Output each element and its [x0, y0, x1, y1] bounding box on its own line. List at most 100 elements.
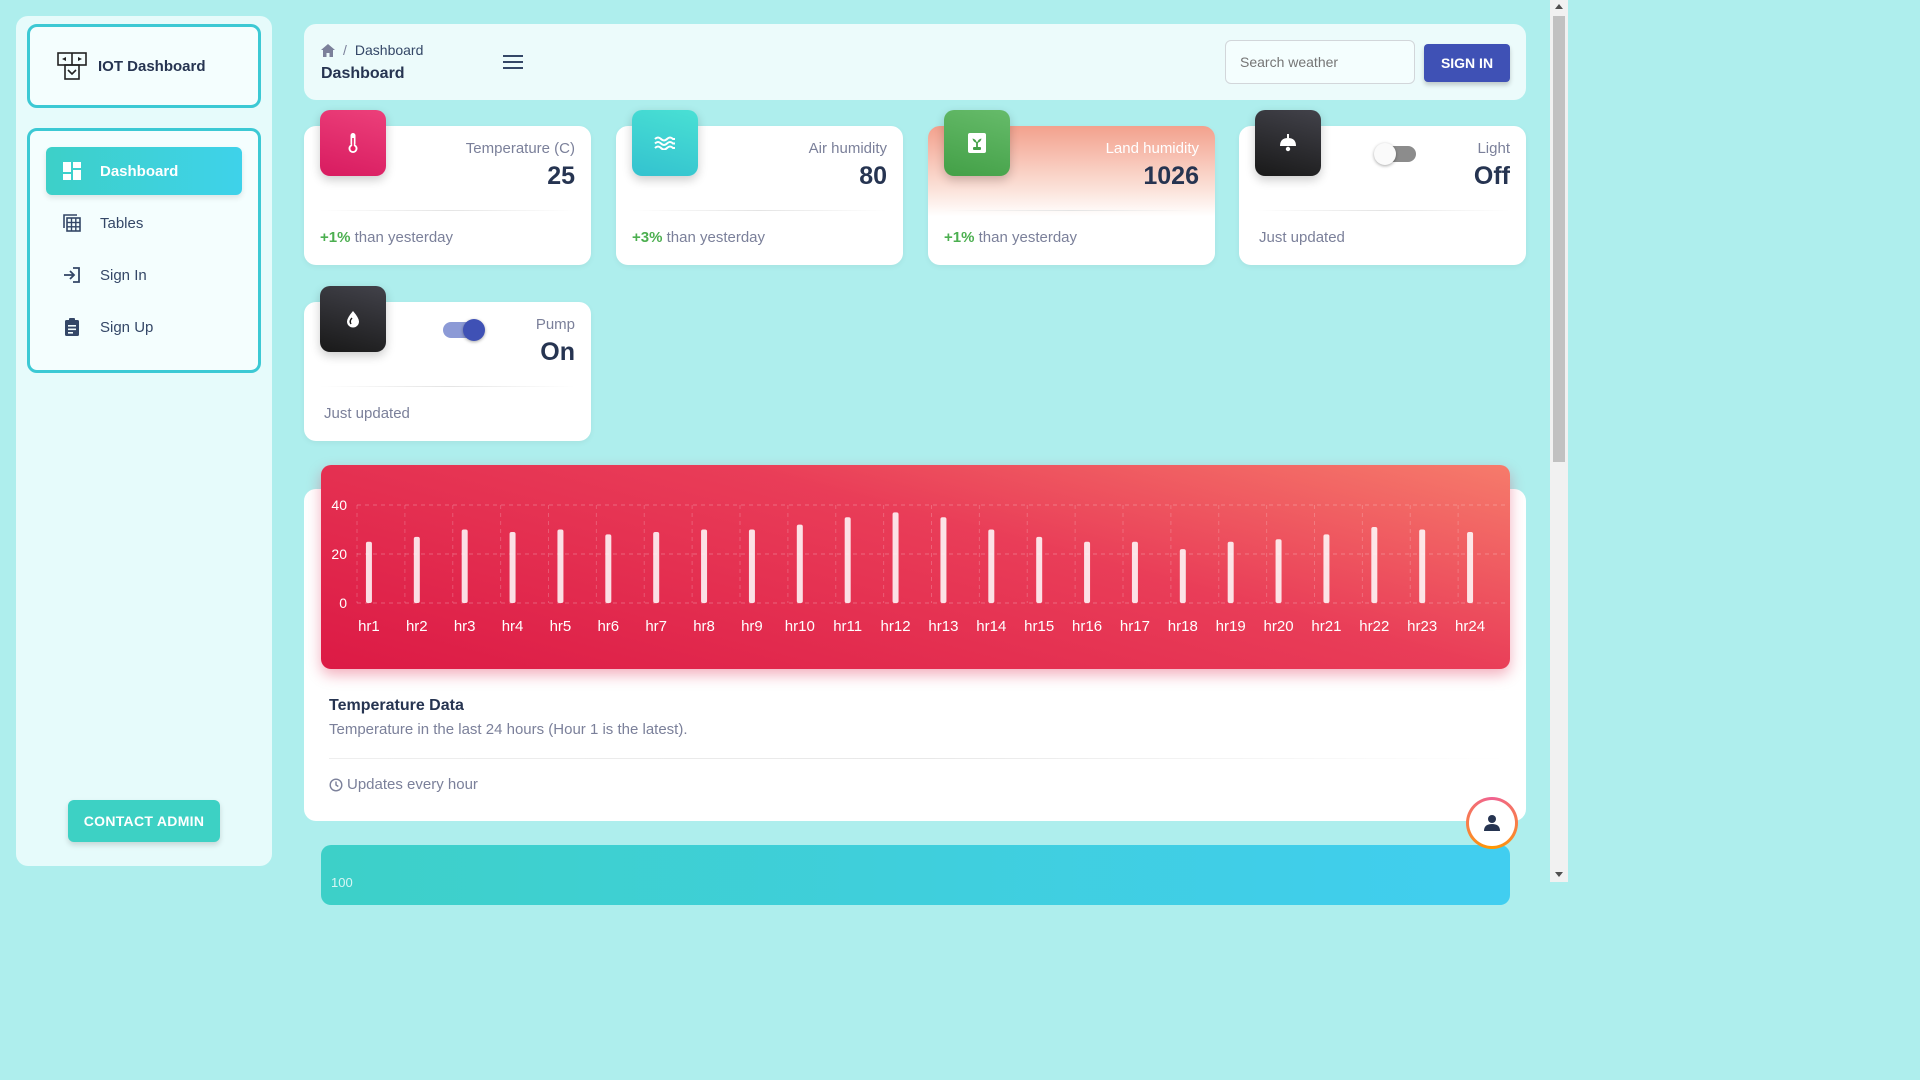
chart-bar[interactable] — [413, 536, 420, 603]
plant-pot-icon — [944, 110, 1010, 176]
hamburger-menu-icon[interactable] — [503, 54, 523, 70]
x-tick-label: hr8 — [693, 618, 715, 635]
top-navbar: / Dashboard Dashboard SIGN IN — [304, 24, 1526, 100]
chart-bar[interactable] — [557, 529, 564, 604]
sidebar-item-label: Sign Up — [100, 318, 154, 336]
divider — [944, 210, 1199, 211]
chart-bar[interactable] — [461, 529, 468, 604]
x-tick-label: hr22 — [1359, 618, 1389, 635]
card-footer: +1% than yesterday — [944, 229, 1077, 246]
x-tick-label: hr13 — [928, 618, 958, 635]
breadcrumb-separator: / — [343, 42, 347, 58]
scrollbar-thumb[interactable] — [1553, 16, 1565, 462]
x-tick-label: hr20 — [1264, 618, 1294, 635]
user-icon — [1484, 815, 1500, 831]
card-footer: +1% than yesterday — [320, 229, 453, 246]
divider — [320, 210, 575, 211]
search-input[interactable] — [1225, 40, 1415, 84]
chart-footer-text: Updates every hour — [347, 776, 478, 793]
pump-toggle[interactable] — [443, 319, 485, 341]
chart-bar[interactable] — [1467, 531, 1474, 603]
chart-bar[interactable] — [1275, 539, 1282, 603]
y-tick-label: 0 — [339, 595, 347, 611]
page-title: Dashboard — [321, 65, 405, 82]
chart-bar[interactable] — [653, 531, 660, 603]
light-toggle[interactable] — [1374, 143, 1416, 165]
scroll-up-arrow-icon[interactable] — [1555, 4, 1563, 9]
sidebar: IOT Dashboard Dashboard Tables Sign In S… — [16, 16, 272, 866]
breadcrumb: / Dashboard — [321, 42, 423, 58]
y-tick-label: 100 — [331, 875, 353, 890]
chart-bar[interactable] — [1084, 541, 1091, 603]
x-tick-label: hr10 — [785, 618, 815, 635]
card-label: Pump — [535, 316, 575, 333]
sidebar-item-label: Dashboard — [100, 162, 179, 180]
water-drop-icon — [320, 286, 386, 352]
sign-in-button[interactable]: SIGN IN — [1424, 44, 1510, 82]
chart-bar[interactable] — [988, 529, 995, 604]
chart-bar[interactable] — [892, 512, 899, 603]
chart-bar[interactable] — [1371, 527, 1378, 603]
footer-text: than yesterday — [350, 229, 454, 246]
sidebar-item-sign-in[interactable]: Sign In — [46, 251, 242, 299]
chart-bar[interactable] — [509, 531, 516, 603]
fab-inner — [1469, 800, 1515, 846]
chart-bar[interactable] — [1323, 534, 1330, 603]
card-value: 80 — [859, 162, 887, 190]
divider — [632, 210, 887, 211]
delta: +3% — [632, 229, 663, 246]
x-tick-label: hr9 — [741, 618, 763, 635]
home-icon[interactable] — [321, 43, 335, 57]
land-humidity-card: Land humidity 1026 +1% than yesterday — [928, 110, 1215, 265]
page-scrollbar[interactable] — [1550, 0, 1568, 882]
divider — [1255, 210, 1510, 211]
contact-admin-button[interactable]: CONTACT ADMIN — [68, 800, 220, 842]
sidebar-item-sign-up[interactable]: Sign Up — [46, 303, 242, 351]
footer-text: than yesterday — [974, 229, 1078, 246]
chart-bar[interactable] — [1036, 536, 1043, 603]
sidebar-item-dashboard[interactable]: Dashboard — [46, 147, 242, 195]
sidebar-item-tables[interactable]: Tables — [46, 199, 242, 247]
x-tick-label: hr1 — [358, 618, 380, 635]
chart-bar[interactable] — [748, 529, 755, 604]
light-card: Light Off Just updated — [1239, 110, 1526, 265]
x-tick-label: hr7 — [645, 618, 667, 635]
chart-bar[interactable] — [605, 534, 612, 603]
sidebar-nav: Dashboard Tables Sign In Sign Up — [27, 128, 261, 373]
x-tick-label: hr6 — [597, 618, 619, 635]
thermometer-icon — [320, 110, 386, 176]
temperature-bar-chart: 0 20 40 hr1 hr2 hr3 hr4 hr5 hr6 hr7 hr8 hr9 hr10 hr11… — [331, 497, 1506, 635]
chart-bar[interactable] — [365, 541, 372, 603]
chart-bar[interactable] — [844, 517, 851, 603]
lamp-icon — [1255, 110, 1321, 176]
chart-bar[interactable] — [1419, 529, 1426, 604]
x-tick-label: hr16 — [1072, 618, 1102, 635]
breadcrumb-current: Dashboard — [354, 42, 424, 58]
divider — [320, 386, 575, 387]
humidity-chart-panel: 100 — [321, 845, 1510, 905]
x-tick-label: hr3 — [454, 618, 476, 635]
chart-bar[interactable] — [701, 529, 708, 604]
card-footer: +3% than yesterday — [632, 229, 765, 246]
waves-icon — [632, 110, 698, 176]
card-value: 1026 — [1143, 162, 1199, 190]
brand[interactable]: IOT Dashboard — [27, 24, 261, 108]
chart-bar[interactable] — [1179, 549, 1186, 603]
footer-text: than yesterday — [662, 229, 766, 246]
profile-fab-button[interactable] — [1466, 797, 1518, 849]
delta: +1% — [944, 229, 975, 246]
card-label: Air humidity — [808, 140, 887, 157]
chart-bar[interactable] — [940, 517, 947, 603]
divider — [329, 758, 1509, 759]
card-footer: Just updated — [1259, 229, 1345, 246]
x-tick-label: hr12 — [881, 618, 911, 635]
card-value: 25 — [547, 162, 575, 190]
x-tick-label: hr2 — [406, 618, 428, 635]
chart-bar[interactable] — [796, 524, 803, 603]
chart-bar[interactable] — [1227, 541, 1234, 603]
scroll-down-arrow-icon[interactable] — [1555, 872, 1563, 877]
clipboard-icon — [62, 317, 82, 337]
chart-bar[interactable] — [1131, 541, 1138, 603]
pump-card: Pump On Just updated — [304, 286, 591, 441]
chart-footer: Updates every hour — [329, 776, 478, 793]
